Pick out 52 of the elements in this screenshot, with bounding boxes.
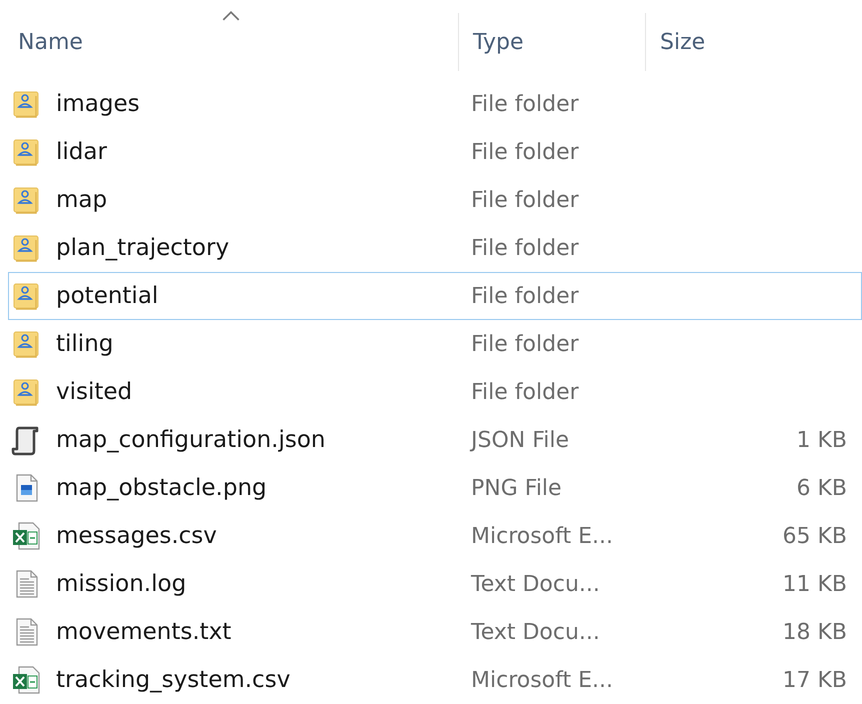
file-type: File folder [471, 332, 579, 356]
file-name[interactable]: images [56, 91, 140, 117]
column-header[interactable]: Size [645, 13, 862, 71]
file-type: File folder [471, 188, 579, 212]
scroll-icon [11, 424, 41, 456]
file-type: PNG File [471, 476, 562, 500]
file-name[interactable]: map [56, 187, 108, 213]
file-size: 17 KB [782, 668, 847, 692]
file-name[interactable]: tiling [56, 331, 114, 357]
file-size: 18 KB [782, 620, 847, 644]
file-row[interactable]: map_configuration.json JSON File 1 KB [8, 416, 862, 464]
file-row[interactable]: images File folder [8, 80, 862, 128]
file-type: Microsoft E... [471, 524, 613, 548]
sort-up-icon [222, 10, 240, 21]
file-size: 1 KB [796, 428, 847, 452]
file-row[interactable]: tracking_system.csv Microsoft E... 17 KB [8, 656, 862, 704]
file-type: File folder [471, 284, 579, 308]
file-row[interactable]: plan_trajectory File folder [8, 224, 862, 272]
file-name[interactable]: visited [56, 379, 132, 405]
file-name[interactable]: lidar [56, 139, 107, 165]
file-name[interactable]: map_configuration.json [56, 427, 326, 453]
file-name[interactable]: plan_trajectory [56, 235, 230, 261]
spreadsheet-icon [11, 520, 41, 552]
file-type: File folder [471, 236, 579, 260]
file-row[interactable]: potential File folder [8, 272, 862, 320]
file-name[interactable]: mission.log [56, 571, 186, 597]
file-type: Text Docu... [471, 620, 600, 644]
spreadsheet-icon [11, 664, 41, 696]
file-row[interactable]: messages.csv Microsoft E... 65 KB [8, 512, 862, 560]
file-name[interactable]: messages.csv [56, 523, 217, 549]
file-name[interactable]: movements.txt [56, 619, 232, 645]
file-type: File folder [471, 92, 579, 116]
file-size: 11 KB [782, 572, 847, 596]
column-header[interactable]: Name [0, 13, 458, 71]
file-row[interactable]: map_obstacle.png PNG File 6 KB [8, 464, 862, 512]
file-row[interactable]: mission.log Text Docu... 11 KB [8, 560, 862, 608]
file-name[interactable]: potential [56, 283, 158, 309]
file-row[interactable]: lidar File folder [8, 128, 862, 176]
file-name[interactable]: tracking_system.csv [56, 667, 290, 693]
file-type: Text Docu... [471, 572, 600, 596]
file-row[interactable]: tiling File folder [8, 320, 862, 368]
file-type: Microsoft E... [471, 668, 613, 692]
file-type: File folder [471, 140, 579, 164]
file-name[interactable]: map_obstacle.png [56, 475, 267, 501]
file-row[interactable]: map File folder [8, 176, 862, 224]
file-type: JSON File [471, 428, 570, 452]
file-type: File folder [471, 380, 579, 404]
file-row[interactable]: movements.txt Text Docu... 18 KB [8, 608, 862, 656]
file-size: 65 KB [782, 524, 847, 548]
column-header[interactable]: Type [458, 13, 645, 71]
file-size: 6 KB [796, 476, 847, 500]
file-row[interactable]: visited File folder [8, 368, 862, 416]
